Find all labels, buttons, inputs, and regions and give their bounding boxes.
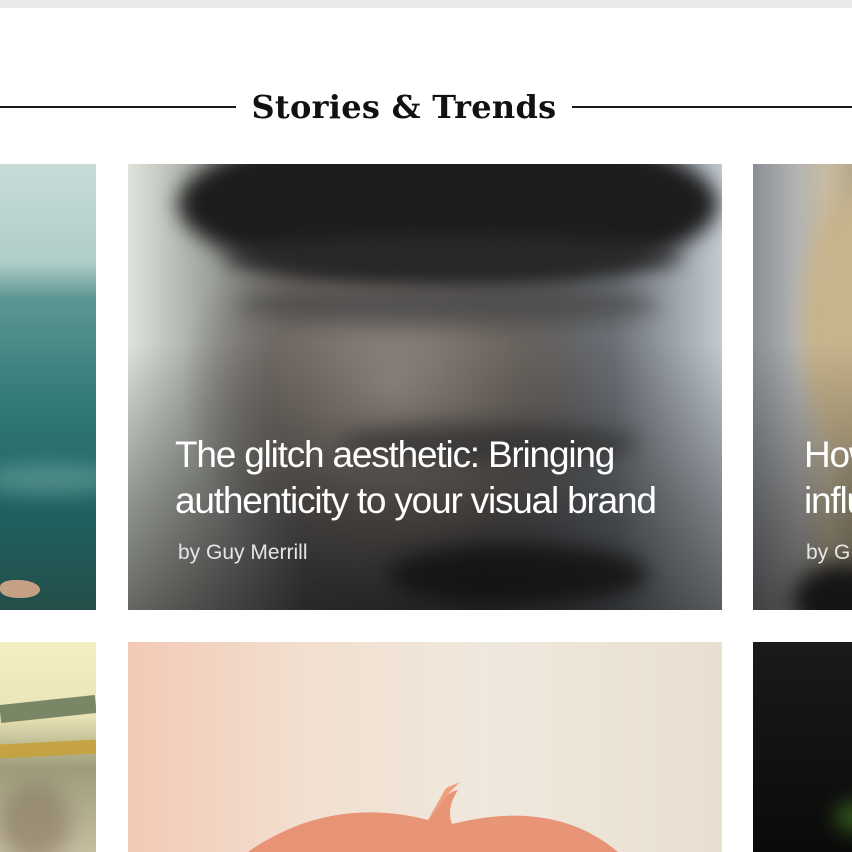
fabric-stripe-image xyxy=(0,695,96,723)
story-card-blonde[interactable]: How influ by G xyxy=(753,164,852,610)
story-card-glitch[interactable]: The glitch aesthetic: Bringing authentic… xyxy=(128,164,722,610)
page: Stories & Trends The glitch aesthetic: B… xyxy=(0,0,852,852)
bird-image xyxy=(248,782,618,852)
card-author[interactable]: by Guy Merrill xyxy=(178,540,308,566)
card-title-line-1-right[interactable]: How xyxy=(804,432,852,478)
leaf-image xyxy=(835,802,852,832)
card-title-line-2-right[interactable]: influ xyxy=(804,478,852,524)
eye-band-image xyxy=(223,234,683,280)
figure-image xyxy=(0,782,70,852)
swimmer-arm-image xyxy=(0,580,40,598)
card-title-line-1[interactable]: The glitch aesthetic: Bringing xyxy=(175,432,615,478)
card-author-right[interactable]: by G xyxy=(806,540,850,566)
heading-rule-left xyxy=(0,106,236,108)
section-heading: Stories & Trends xyxy=(0,84,852,130)
story-card-ocean[interactable] xyxy=(0,164,96,610)
card-title-line-2[interactable]: authenticity to your visual brand xyxy=(175,478,657,524)
heading-rule-right xyxy=(572,106,852,108)
section-title: Stories & Trends xyxy=(251,88,557,126)
top-strip xyxy=(0,0,852,8)
wave-highlight-image xyxy=(0,464,96,494)
story-card-yellow[interactable] xyxy=(0,642,96,852)
story-card-dark[interactable] xyxy=(753,642,852,852)
eye-band-image-2 xyxy=(238,286,658,324)
fabric-stripe-image-2 xyxy=(0,739,96,759)
story-card-bird[interactable] xyxy=(128,642,722,852)
